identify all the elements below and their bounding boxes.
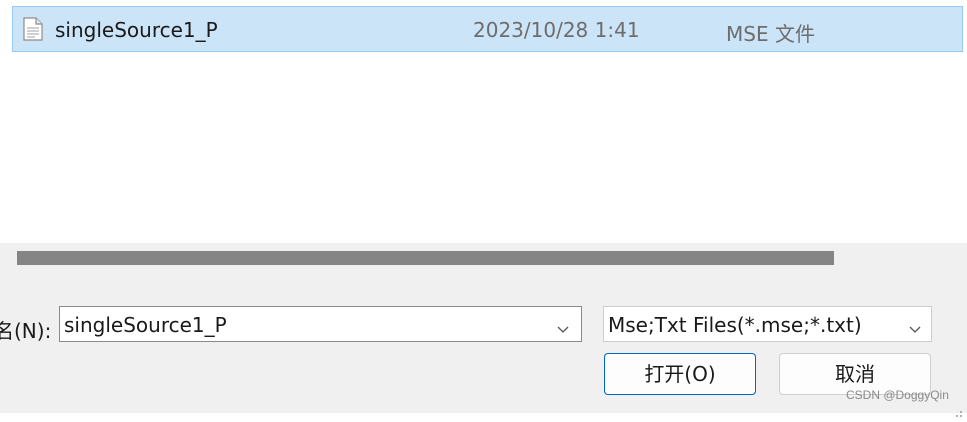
horizontal-scrollbar-thumb[interactable] <box>17 251 834 265</box>
resize-grip-icon[interactable] <box>953 403 963 417</box>
filename-value: singleSource1_P <box>64 313 227 337</box>
file-type: MSE 文件 <box>726 22 815 46</box>
file-type-select[interactable]: Mse;Txt Files(*.mse;*.txt) <box>603 306 932 342</box>
file-modified-date: 2023/10/28 1:41 <box>473 18 640 42</box>
file-name: singleSource1_P <box>55 18 218 42</box>
dialog-footer: 名(N): singleSource1_P Mse;Txt Files(*.ms… <box>0 243 967 417</box>
file-list[interactable]: singleSource1_P 2023/10/28 1:41 MSE 文件 <box>0 0 967 243</box>
watermark: CSDN @DoggyQin <box>846 388 949 402</box>
open-button[interactable]: 打开(O) <box>604 353 756 395</box>
file-row-selected[interactable]: singleSource1_P 2023/10/28 1:41 MSE 文件 <box>12 6 963 52</box>
document-icon <box>23 17 43 41</box>
file-type-value: Mse;Txt Files(*.mse;*.txt) <box>608 313 862 337</box>
chevron-down-icon[interactable] <box>556 319 570 333</box>
filename-input[interactable]: singleSource1_P <box>59 306 582 342</box>
chevron-down-icon[interactable] <box>908 319 922 333</box>
filename-label: 名(N): <box>0 319 52 343</box>
